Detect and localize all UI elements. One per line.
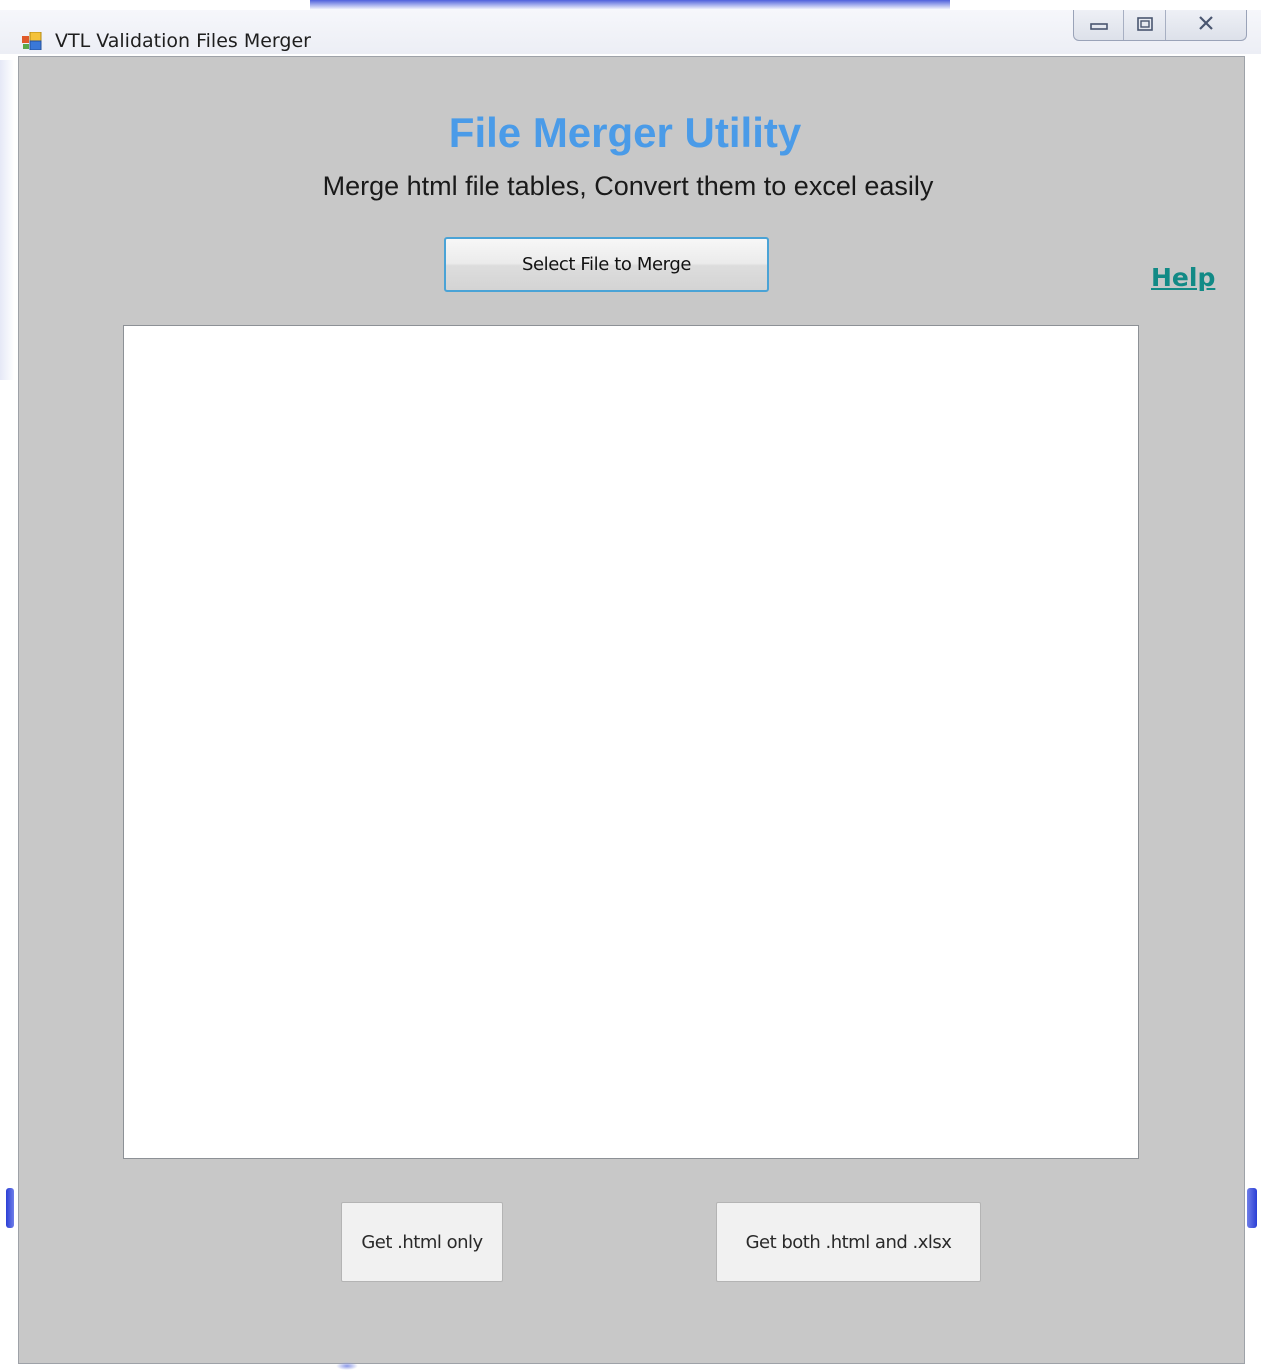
- window-title: VTL Validation Files Merger: [55, 30, 311, 52]
- close-icon: [1197, 15, 1215, 36]
- window-resize-edge-left[interactable]: [6, 1188, 14, 1228]
- close-button[interactable]: [1166, 10, 1246, 40]
- window-edge-glow-bottom: [336, 1362, 358, 1370]
- minimize-icon: [1089, 15, 1108, 36]
- main-panel: File Merger Utility Merge html file tabl…: [18, 56, 1245, 1364]
- file-list-box[interactable]: [123, 325, 1139, 1159]
- get-html-only-button[interactable]: Get .html only: [341, 1202, 503, 1282]
- app-window: VTL Validation Files Merger File Merger …: [0, 0, 1261, 1370]
- window-controls: [1073, 10, 1247, 41]
- select-file-button[interactable]: Select File to Merge: [444, 237, 769, 292]
- get-html-and-xlsx-button[interactable]: Get both .html and .xlsx: [716, 1202, 981, 1282]
- app-icon[interactable]: [22, 31, 42, 51]
- minimize-button[interactable]: [1074, 10, 1124, 40]
- page-subtitle: Merge html file tables, Convert them to …: [322, 171, 934, 201]
- help-link[interactable]: Help: [1151, 263, 1215, 292]
- window-edge-highlight: [310, 0, 950, 10]
- page-title: File Merger Utility: [448, 109, 802, 156]
- title-bar[interactable]: VTL Validation Files Merger: [0, 10, 1261, 54]
- window-resize-edge-right[interactable]: [1247, 1188, 1257, 1228]
- maximize-button[interactable]: [1124, 10, 1166, 40]
- maximize-icon: [1136, 15, 1153, 36]
- window-edge-glow: [0, 60, 14, 380]
